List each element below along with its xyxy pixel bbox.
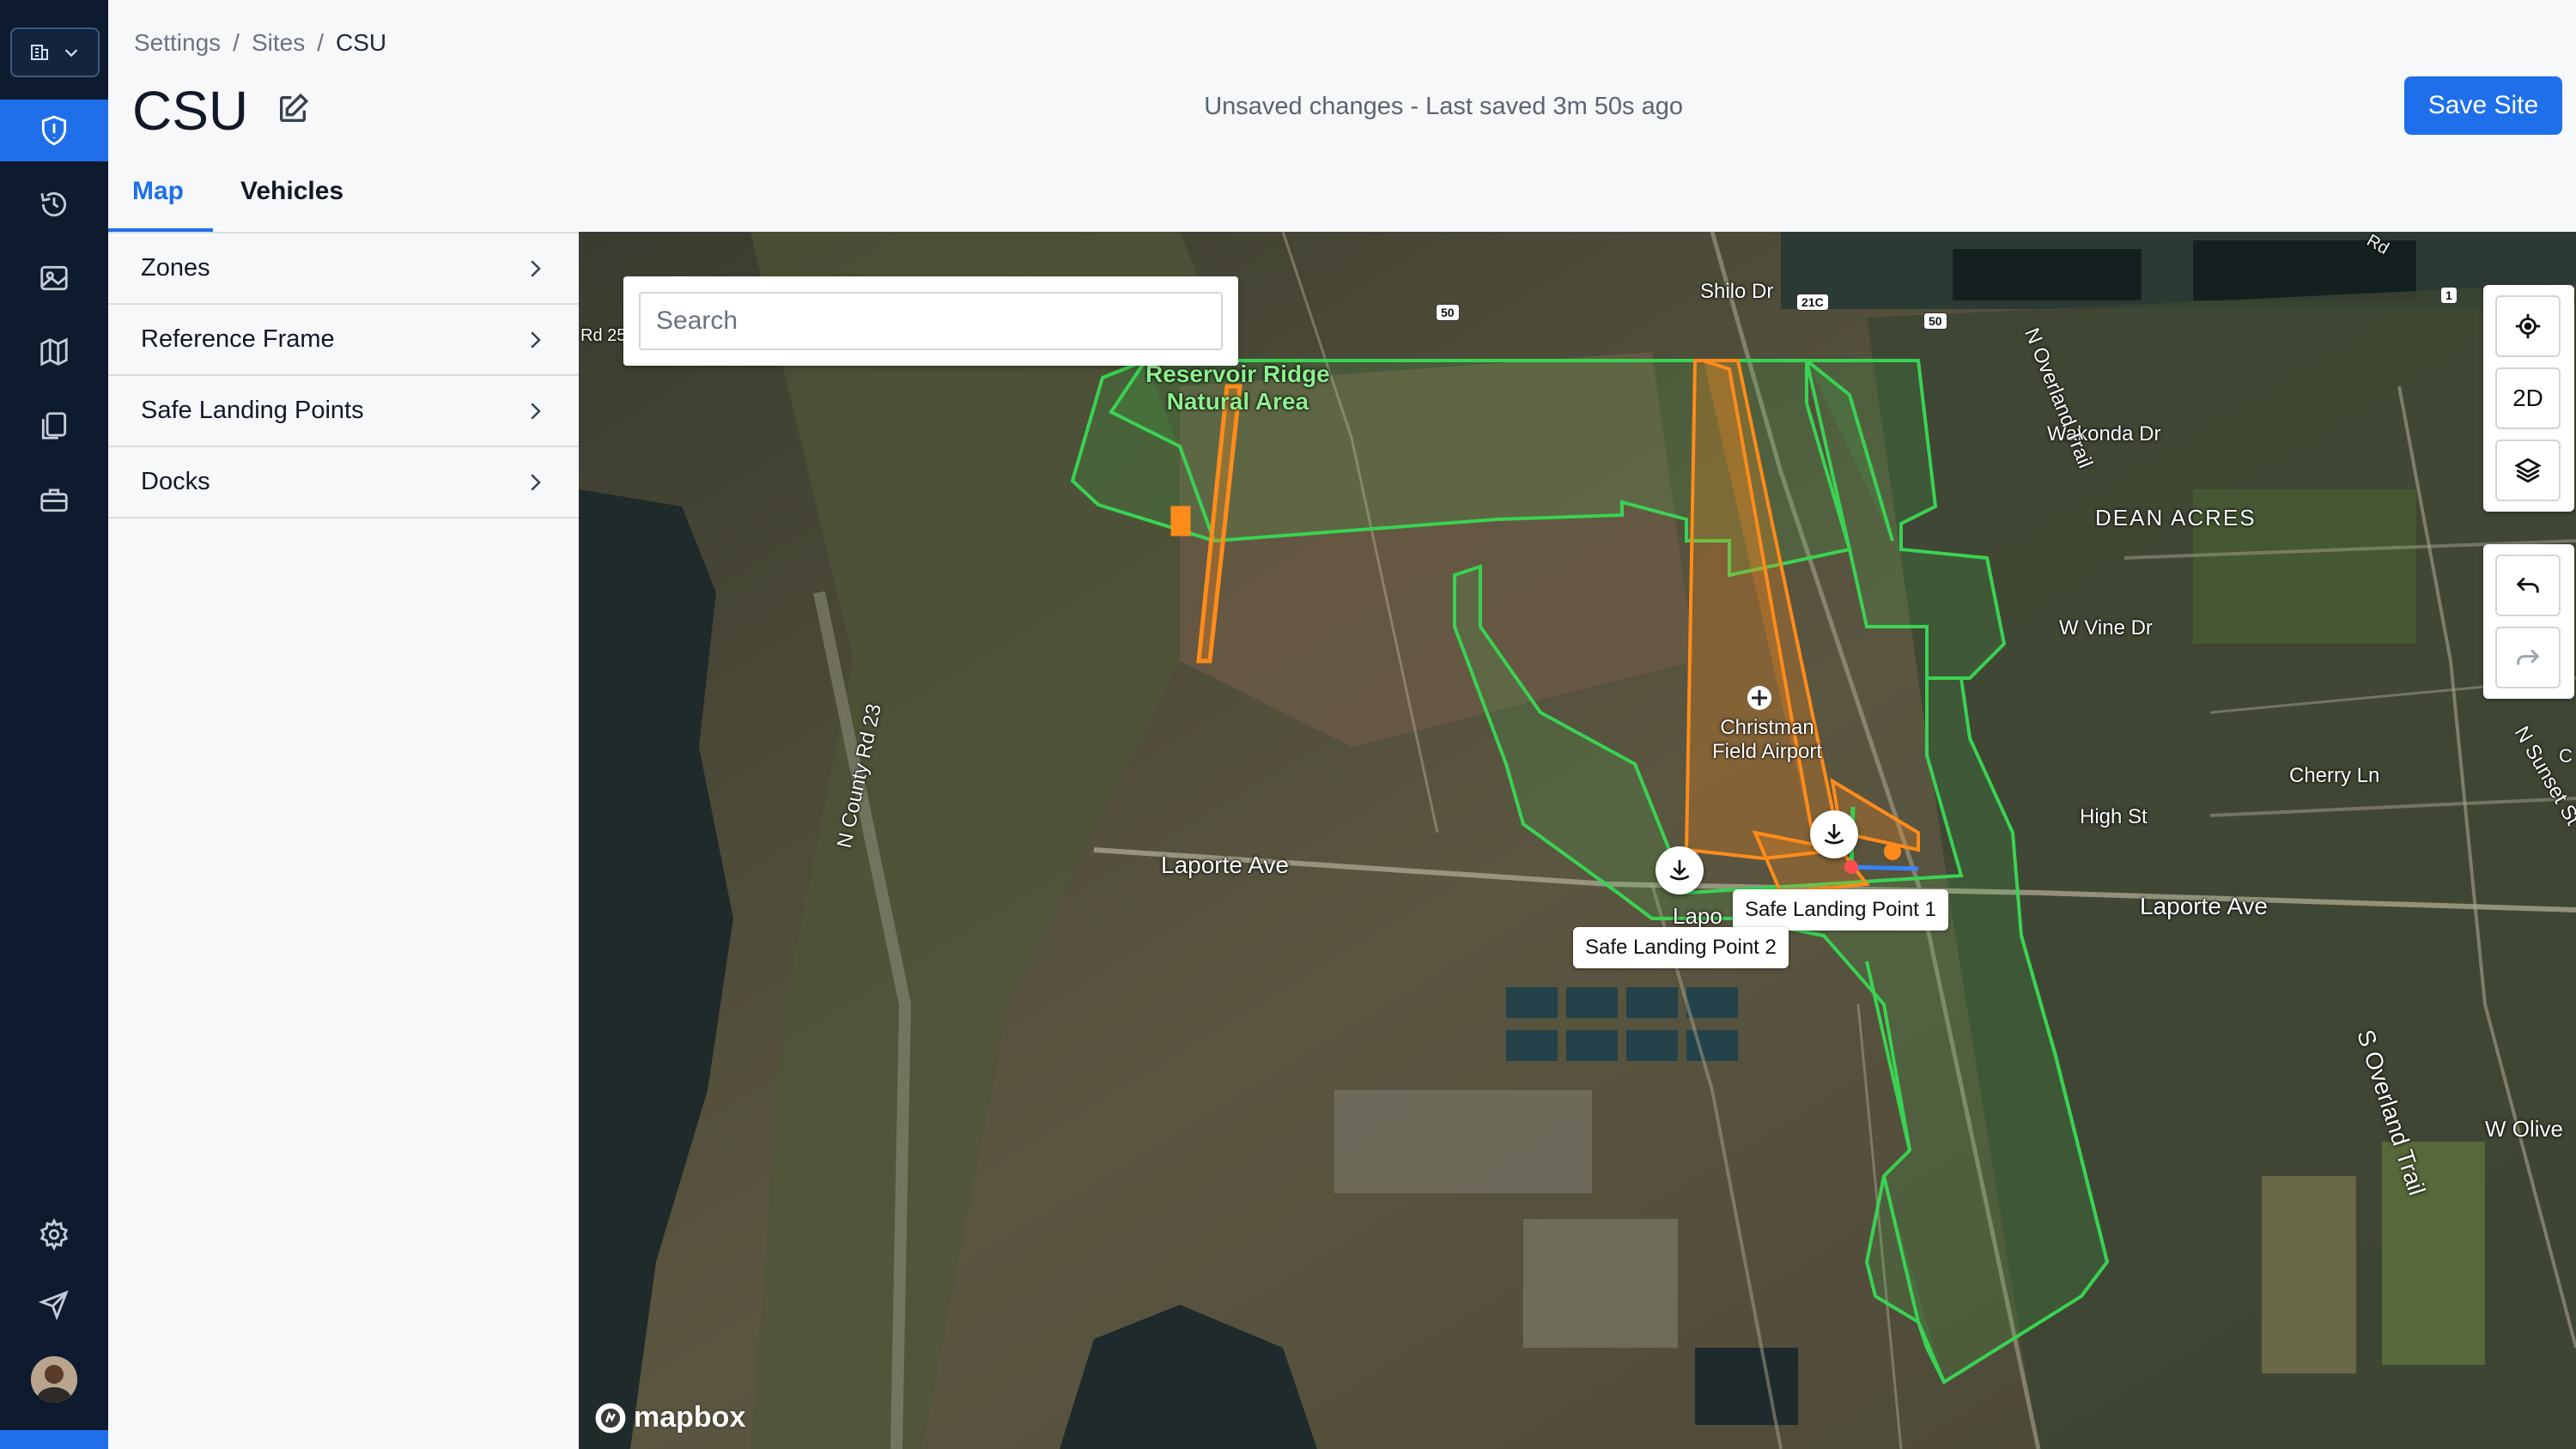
landing-download-icon bbox=[1824, 824, 1844, 845]
site-config-panel: Zones Reference Frame Safe Landing Point… bbox=[108, 232, 579, 1449]
map-canvas[interactable]: Reservoir Ridge Natural Area Shilo Dr Wa… bbox=[579, 232, 2576, 1449]
map-label-airport: Christman Field Airport bbox=[1712, 716, 1822, 764]
nav-item-send[interactable] bbox=[0, 1274, 108, 1336]
panel-item-label: Reference Frame bbox=[141, 325, 335, 353]
landing-download-icon bbox=[1669, 860, 1690, 881]
map-view-controls: 2D bbox=[2483, 285, 2574, 512]
map-label-laporte-west: Laporte Ave bbox=[1161, 852, 1289, 878]
page-title: CSU bbox=[132, 80, 249, 142]
chevron-right-icon bbox=[531, 402, 541, 420]
safe-landing-point-2-label[interactable]: Safe Landing Point 2 bbox=[1573, 927, 1789, 968]
gear-icon bbox=[39, 1218, 69, 1251]
chevron-right-icon bbox=[531, 330, 541, 349]
mapbox-logo-text: mapbox bbox=[634, 1401, 746, 1434]
map-label-natural-area: Reservoir Ridge Natural Area bbox=[1145, 361, 1330, 415]
nav-item-history[interactable] bbox=[0, 173, 108, 235]
page-header: Settings / Sites / CSU CSU Unsaved chang… bbox=[108, 0, 2576, 232]
search-input[interactable] bbox=[639, 292, 1223, 350]
nav-item-sites[interactable] bbox=[0, 100, 108, 161]
breadcrumb-settings[interactable]: Settings bbox=[134, 29, 221, 57]
chevron-right-icon bbox=[531, 259, 541, 277]
breadcrumb: Settings / Sites / CSU bbox=[134, 29, 386, 57]
nav-item-settings[interactable] bbox=[0, 1203, 108, 1265]
map-icon bbox=[40, 337, 68, 367]
map-label-cherry: Cherry Ln bbox=[2289, 764, 2380, 787]
view-mode-toggle[interactable]: 2D bbox=[2495, 367, 2561, 429]
nav-item-media[interactable] bbox=[0, 247, 108, 309]
panel-item-label: Zones bbox=[141, 254, 210, 282]
panel-item-docks[interactable]: Docks bbox=[108, 447, 579, 518]
airport-icon bbox=[1747, 686, 1771, 710]
org-switcher[interactable] bbox=[10, 27, 100, 77]
layers-icon bbox=[2514, 458, 2542, 483]
map-label-laporte-partial: Lapo bbox=[1673, 903, 1722, 929]
panel-item-label: Docks bbox=[141, 468, 210, 495]
breadcrumb-separator: / bbox=[233, 29, 240, 56]
tab-vehicles[interactable]: Vehicles bbox=[240, 168, 343, 228]
crosshair-icon bbox=[2515, 313, 2541, 339]
route-shield: 21C bbox=[1796, 294, 1829, 311]
map-label-high: High St bbox=[2080, 805, 2148, 828]
layers-button[interactable] bbox=[2495, 440, 2561, 501]
mapbox-logo-icon bbox=[595, 1403, 626, 1433]
panel-item-label: Safe Landing Points bbox=[141, 397, 364, 424]
panel-item-reference-frame[interactable]: Reference Frame bbox=[108, 305, 579, 376]
map-label-w-vine: W Vine Dr bbox=[2059, 616, 2153, 640]
map-label-w-olive: W Olive bbox=[2485, 1116, 2563, 1142]
edit-title-button[interactable] bbox=[276, 92, 310, 130]
locate-button[interactable] bbox=[2495, 295, 2561, 357]
title-row: CSU bbox=[132, 79, 310, 142]
breadcrumb-sites[interactable]: Sites bbox=[252, 29, 305, 57]
send-icon bbox=[38, 1290, 69, 1321]
safe-landing-point-1-marker[interactable] bbox=[1810, 810, 1858, 858]
breadcrumb-current: CSU bbox=[335, 29, 387, 56]
breadcrumb-separator: / bbox=[317, 29, 324, 56]
map-label-c-right: C bbox=[2559, 745, 2573, 767]
documents-icon bbox=[41, 412, 67, 440]
nav-rail-footer bbox=[0, 1430, 108, 1449]
map-label-line: Natural Area bbox=[1166, 388, 1309, 415]
image-icon bbox=[40, 265, 68, 291]
route-shield: 1 bbox=[2440, 287, 2458, 304]
map-search bbox=[623, 276, 1238, 366]
nav-item-fleet[interactable] bbox=[0, 469, 108, 530]
map-label-dean-acres: DEAN ACRES bbox=[2095, 505, 2257, 530]
chevron-right-icon bbox=[531, 473, 541, 491]
pencil-square-icon bbox=[280, 93, 309, 122]
map-label-line: Christman bbox=[1720, 716, 1814, 739]
panel-item-safe-landing-points[interactable]: Safe Landing Points bbox=[108, 376, 579, 447]
building-icon bbox=[31, 45, 48, 60]
route-shield: 50 bbox=[1923, 312, 1947, 330]
history-icon bbox=[40, 191, 67, 217]
save-status: Unsaved changes - Last saved 3m 50s ago bbox=[1204, 93, 1683, 120]
map-label-shilo: Shilo Dr bbox=[1700, 280, 1774, 303]
tab-bar: Map Vehicles bbox=[108, 168, 400, 232]
chevron-down-icon bbox=[64, 49, 78, 58]
route-shield: 50 bbox=[1436, 304, 1460, 321]
panel-item-zones[interactable]: Zones bbox=[108, 233, 579, 305]
map-label-rd25: Rd 25 bbox=[580, 326, 627, 345]
nav-item-documents[interactable] bbox=[0, 395, 108, 457]
history-controls bbox=[2483, 544, 2574, 699]
tab-map[interactable]: Map bbox=[108, 168, 213, 232]
nav-rail bbox=[0, 0, 108, 1449]
app-root: Settings / Sites / CSU CSU Unsaved chang… bbox=[0, 0, 2576, 1449]
shield-icon bbox=[41, 115, 67, 146]
undo-icon bbox=[2516, 577, 2539, 593]
safe-landing-point-1-label[interactable]: Safe Landing Point 1 bbox=[1733, 889, 1948, 931]
toolbox-icon bbox=[40, 488, 68, 512]
avatar[interactable] bbox=[31, 1356, 77, 1403]
satellite-imagery bbox=[579, 232, 2576, 1449]
map-label-line: Field Airport bbox=[1712, 740, 1823, 763]
nav-item-maps[interactable] bbox=[0, 321, 108, 383]
mapbox-attribution[interactable]: mapbox bbox=[594, 1401, 745, 1434]
undo-button[interactable] bbox=[2495, 555, 2561, 616]
user-avatar-icon bbox=[31, 1356, 77, 1403]
map-label-laporte-east: Laporte Ave bbox=[2140, 893, 2268, 919]
redo-icon bbox=[2517, 649, 2540, 665]
redo-button[interactable] bbox=[2495, 627, 2561, 688]
safe-landing-point-2-marker[interactable] bbox=[1656, 846, 1704, 894]
save-site-button[interactable]: Save Site bbox=[2404, 76, 2562, 135]
